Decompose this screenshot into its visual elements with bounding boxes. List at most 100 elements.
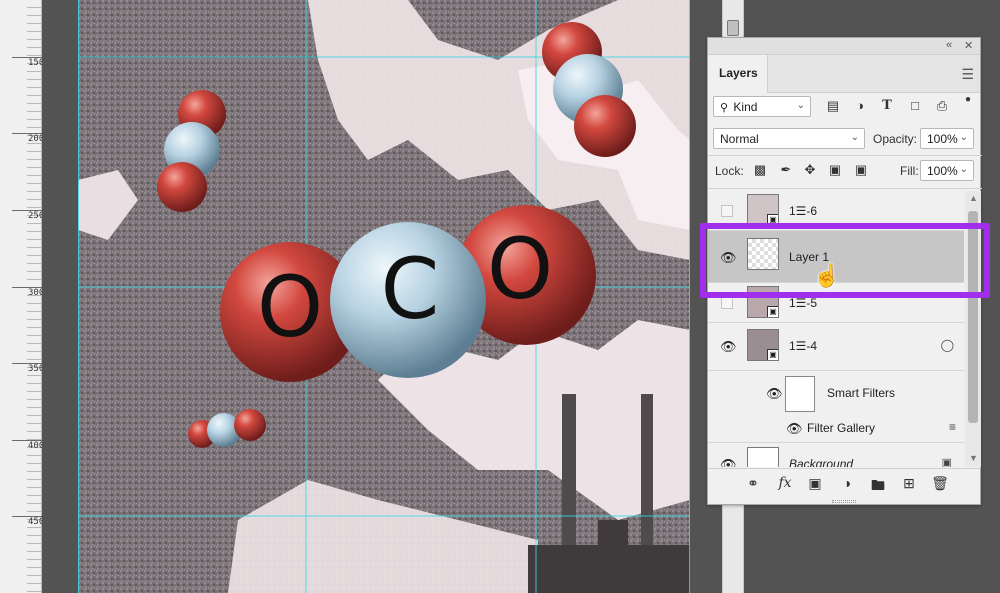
hamburger-menu-icon[interactable]: ☰ xyxy=(961,66,974,83)
layers-list: ▣ 1☰-6 👁 Layer 1 ▣ 1☰-5 👁 ▣ 1☰-4 ◯ 👁 Sma… xyxy=(708,191,964,467)
opacity-input[interactable]: 100% ⌄ xyxy=(920,128,974,149)
lock-icon: ▣ xyxy=(941,457,952,467)
link-layers-icon[interactable]: ⚭ xyxy=(744,475,762,493)
double-chevron-left-icon[interactable]: « xyxy=(946,39,952,51)
layer-thumbnail: ▣ xyxy=(747,329,779,361)
smokestack xyxy=(562,394,576,554)
panel-resize-grip[interactable] xyxy=(832,500,856,503)
layer-thumbnail: ▣ xyxy=(747,194,779,226)
chevron-down-icon: ⌄ xyxy=(850,132,859,143)
lock-label: Lock: xyxy=(715,164,744,178)
lock-position-icon[interactable]: ✥ xyxy=(802,162,818,178)
eye-icon[interactable]: 👁 xyxy=(766,386,783,401)
divider xyxy=(708,155,982,156)
oxygen-letter-right: O xyxy=(487,220,553,318)
ruler-label: 150 xyxy=(28,58,44,68)
smokestack xyxy=(641,394,653,554)
vertical-ruler[interactable]: 150 200 250 300 350 400 450 xyxy=(0,0,44,593)
eye-icon[interactable]: 👁 xyxy=(720,339,737,354)
ruler-label: 450 xyxy=(28,517,44,527)
layer-thumbnail xyxy=(747,238,779,270)
fx-icon[interactable]: fx xyxy=(776,475,794,493)
new-layer-icon[interactable]: ⊞ xyxy=(900,475,918,493)
opacity-value: 100% xyxy=(927,132,958,146)
layer-name: 1☰-4 xyxy=(789,339,818,353)
lock-paint-icon[interactable]: ✒ xyxy=(778,162,794,178)
layer-row[interactable]: ▣ 1☰-5 xyxy=(708,283,964,323)
smart-object-badge-icon: ▣ xyxy=(767,214,778,225)
smart-object-filter-icon[interactable]: ⎙ xyxy=(934,98,950,114)
shape-filter-icon[interactable]: □ xyxy=(907,98,923,114)
oxygen-letter-left: O xyxy=(257,258,323,356)
chevron-down-icon: ⌄ xyxy=(796,100,805,111)
lock-transparent-icon[interactable]: ▩ xyxy=(752,162,768,178)
layer-thumbnail: ▣ xyxy=(747,286,779,318)
search-icon: ⚲ xyxy=(720,102,729,114)
layers-panel: « ✕ Layers ☰ ⚲ Kind ⌄ ▤ ◑ T □ ⎙ ● Normal… xyxy=(707,37,982,505)
factory-silhouette xyxy=(598,520,628,550)
lock-all-icon[interactable]: ▣ xyxy=(853,162,869,178)
layer-name: 1☰-6 xyxy=(789,204,818,218)
chevron-down-icon[interactable]: ▼ xyxy=(969,453,978,463)
fill-value: 100% xyxy=(927,164,958,178)
smart-filters-label: Smart Filters xyxy=(827,386,896,400)
eye-icon[interactable]: 👁 xyxy=(786,421,803,436)
type-filter-icon[interactable]: T xyxy=(879,98,895,114)
divider xyxy=(708,188,982,189)
layer-filter-select[interactable]: ⚲ Kind ⌄ xyxy=(713,96,811,117)
fill-input[interactable]: 100% ⌄ xyxy=(920,160,974,181)
ruler-label: 250 xyxy=(28,211,44,221)
layer-name: 1☰-5 xyxy=(789,296,818,310)
adjustment-layer-icon[interactable]: ◑ xyxy=(838,475,856,493)
new-group-icon[interactable]: 🖿 xyxy=(869,475,887,493)
ruler-label: 400 xyxy=(28,441,44,451)
eye-icon[interactable]: 👁 xyxy=(720,457,737,467)
layer-name: Layer 1 xyxy=(789,250,830,264)
smart-filter-mask-thumbnail xyxy=(785,376,815,412)
blend-mode-select[interactable]: Normal ⌄ xyxy=(713,128,865,149)
ruler-label: 350 xyxy=(28,364,44,374)
image-filter-icon[interactable]: ▤ xyxy=(825,98,841,114)
layers-bottom-toolbar: ⚭ fx ▣ ◑ 🖿 ⊞ 🗑 xyxy=(708,468,980,498)
filter-gallery-row[interactable]: 👁 Filter Gallery ≡ xyxy=(708,417,964,443)
document-canvas[interactable]: O C O xyxy=(78,0,690,593)
tab-layers[interactable]: Layers xyxy=(708,55,768,93)
layer-thumbnail xyxy=(747,447,779,467)
smart-filters-row[interactable]: 👁 Smart Filters xyxy=(708,371,964,417)
close-icon[interactable]: ✕ xyxy=(964,39,973,52)
filter-kind-label: Kind xyxy=(733,100,758,114)
chevron-down-icon: ⌄ xyxy=(959,132,968,143)
chevron-down-icon: ⌄ xyxy=(959,164,968,175)
ruler-label: 300 xyxy=(28,288,44,298)
filter-options-icon[interactable]: ≡ xyxy=(949,420,956,434)
fill-label: Fill: xyxy=(900,164,919,178)
layer-mask-icon[interactable]: ▣ xyxy=(806,475,824,493)
panel-titlebar[interactable]: « ✕ xyxy=(708,38,980,55)
layer-row[interactable]: ▣ 1☰-6 xyxy=(708,191,964,231)
eye-icon[interactable]: 👁 xyxy=(720,250,737,265)
scrollbar-thumb[interactable] xyxy=(968,211,978,423)
filter-gallery-label: Filter Gallery xyxy=(807,421,876,435)
smart-filter-badge-icon[interactable]: ◯ xyxy=(941,338,954,352)
hand-cursor-icon: ☝ xyxy=(813,263,841,288)
chevron-up-icon[interactable]: ▲ xyxy=(969,193,978,203)
smart-object-badge-icon: ▣ xyxy=(767,306,778,317)
panel-tab-row: Layers ☰ xyxy=(708,55,980,93)
layers-scrollbar[interactable]: ▲ ▼ xyxy=(965,191,981,467)
blend-mode-value: Normal xyxy=(720,132,759,146)
pasteboard-left xyxy=(42,0,78,593)
canvas-artwork: O C O xyxy=(78,0,690,593)
factory-silhouette xyxy=(528,545,690,593)
layer-row[interactable]: 👁 ▣ 1☰-4 ◯ xyxy=(708,323,964,371)
layer-row[interactable]: 👁 Background ▣ xyxy=(708,443,964,467)
opacity-label: Opacity: xyxy=(873,132,918,146)
adjustment-filter-icon[interactable]: ◑ xyxy=(852,98,868,114)
smart-object-badge-icon: ▣ xyxy=(767,349,778,360)
ruler-label: 200 xyxy=(28,134,44,144)
filter-toggle-icon[interactable]: ● xyxy=(960,94,976,110)
lock-artboard-icon[interactable]: ▣ xyxy=(827,162,843,178)
trash-icon[interactable]: 🗑 xyxy=(931,475,949,493)
visibility-toggle[interactable] xyxy=(721,205,733,217)
scrollbar-thumb[interactable] xyxy=(727,20,739,36)
visibility-toggle[interactable] xyxy=(721,297,733,309)
